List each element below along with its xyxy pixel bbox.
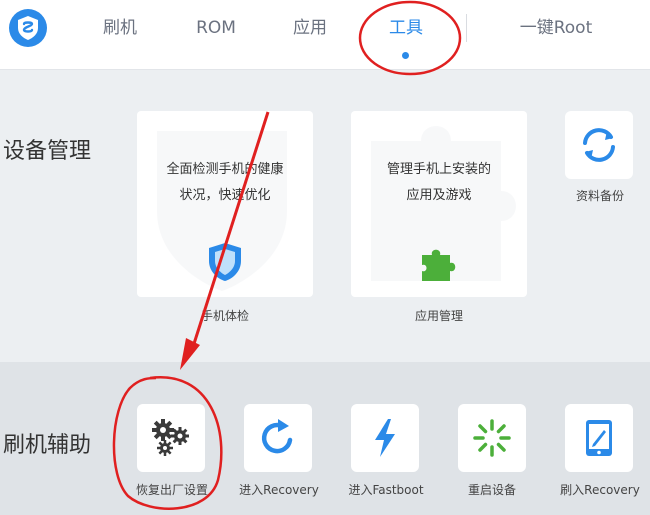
- phone-checkup-desc-line2: 状况，快速优化: [179, 188, 271, 203]
- enter-fastboot-button[interactable]: [351, 404, 419, 472]
- app-management-desc-line1: 管理手机上安装的: [386, 162, 491, 177]
- reboot-device-label: 重启设备: [467, 483, 516, 497]
- enter-recovery-label: 进入Recovery: [239, 483, 319, 497]
- app-management-label: 应用管理: [414, 309, 463, 323]
- tab-flash[interactable]: 刷机: [98, 14, 142, 42]
- lightning-icon: [375, 419, 395, 457]
- backup-button[interactable]: [565, 111, 633, 179]
- phone-checkup-card[interactable]: 全面检测手机的健康 状况，快速优化: [137, 111, 313, 297]
- flash-section-title: 刷机辅助: [3, 433, 92, 458]
- tab-rom[interactable]: ROM: [190, 14, 242, 42]
- tab-one-click-root[interactable]: 一键Root: [510, 14, 602, 42]
- top-nav-bar: 刷机 ROM 应用 工具 一键Root: [0, 0, 650, 70]
- phone-checkup-desc-line1: 全面检测手机的健康: [166, 162, 284, 177]
- loading-icon: [473, 419, 511, 457]
- tablet-edit-icon: [586, 420, 612, 456]
- active-tab-indicator: [402, 52, 409, 59]
- refresh-icon: [261, 419, 293, 454]
- flash-recovery-button[interactable]: [565, 404, 633, 472]
- backup-label: 资料备份: [575, 189, 624, 203]
- sync-icon: [583, 128, 615, 162]
- flash-assist-section: [0, 362, 650, 515]
- phone-checkup-label: 手机体检: [200, 309, 249, 323]
- app-management-card[interactable]: 管理手机上安装的 应用及游戏: [351, 111, 527, 297]
- tab-apps[interactable]: 应用: [288, 14, 332, 42]
- app-management-desc-line2: 应用及游戏: [406, 188, 472, 203]
- puzzle-icon: [422, 249, 456, 281]
- reboot-device-button[interactable]: [458, 404, 526, 472]
- flash-recovery-label: 刷入Recovery: [560, 483, 640, 497]
- enter-recovery-button[interactable]: [244, 404, 312, 472]
- nav-divider: [466, 14, 467, 42]
- app-logo-icon[interactable]: [9, 9, 47, 47]
- device-section-title: 设备管理: [3, 139, 92, 164]
- tab-tools[interactable]: 工具: [384, 14, 428, 42]
- factory-reset-label: 恢复出厂设置: [135, 483, 208, 497]
- gears-icon: [152, 419, 189, 456]
- factory-reset-button[interactable]: [137, 404, 205, 472]
- shield-icon: [209, 243, 241, 281]
- enter-fastboot-label: 进入Fastboot: [348, 483, 424, 497]
